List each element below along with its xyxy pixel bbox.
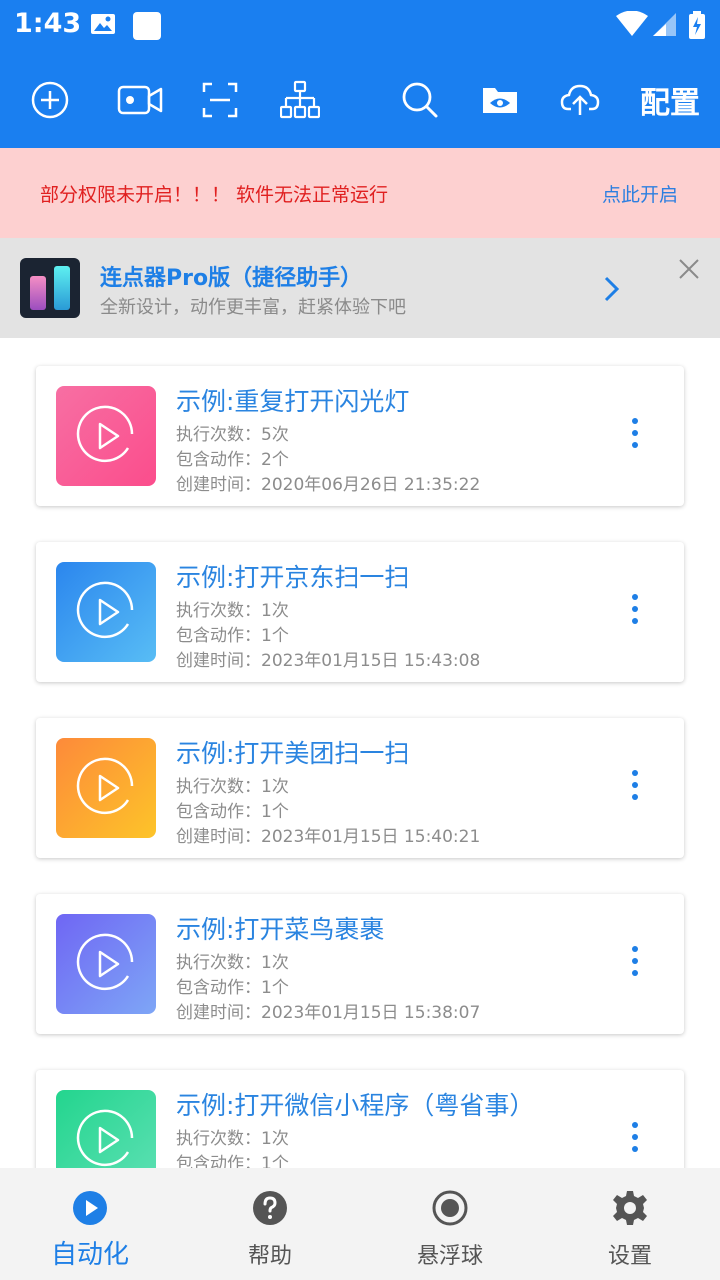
play-icon xyxy=(76,1109,134,1167)
add-icon xyxy=(31,81,69,119)
task-action-count: 包含动作：2个 xyxy=(176,450,289,470)
signal-icon xyxy=(652,11,678,41)
more-options-button[interactable] xyxy=(630,594,640,630)
task-card[interactable]: 示例:打开微信小程序（粤省事） 执行次数：1次 包含动作：1个 xyxy=(36,1070,684,1168)
task-title: 示例:打开京东扫一扫 xyxy=(176,563,410,592)
permission-banner: 部分权限未开启！！！ 软件无法正常运行 点此开启 xyxy=(0,148,720,238)
task-title: 示例:打开微信小程序（粤省事） xyxy=(176,1091,535,1120)
promo-arrow[interactable] xyxy=(598,274,624,308)
scan-frame-icon xyxy=(202,82,238,118)
task-thumbnail xyxy=(56,738,156,838)
task-title: 示例:重复打开闪光灯 xyxy=(176,387,410,416)
add-button[interactable] xyxy=(26,76,74,124)
task-exec-count: 执行次数：1次 xyxy=(176,777,289,797)
wifi-icon xyxy=(616,10,648,41)
close-icon xyxy=(679,259,699,279)
open-folder-button[interactable] xyxy=(476,76,524,124)
upload-button[interactable] xyxy=(556,76,604,124)
floating-ball-icon xyxy=(432,1190,468,1226)
permission-warning-text: 部分权限未开启！！！ 软件无法正常运行 xyxy=(40,184,389,206)
video-camera-icon xyxy=(117,85,163,115)
task-exec-count: 执行次数：1次 xyxy=(176,1129,289,1149)
task-action-count: 包含动作：1个 xyxy=(176,626,289,646)
more-options-button[interactable] xyxy=(630,418,640,454)
task-card[interactable]: 示例:打开京东扫一扫 执行次数：1次 包含动作：1个 创建时间：2023年01月… xyxy=(36,542,684,682)
record-button[interactable] xyxy=(116,76,164,124)
task-exec-count: 执行次数：1次 xyxy=(176,601,289,621)
folder-eye-icon xyxy=(483,88,517,113)
task-created-time: 创建时间：2020年06月26日 21:35:22 xyxy=(176,475,481,495)
promo-close-button[interactable] xyxy=(676,256,702,282)
play-circle-icon xyxy=(73,1191,107,1225)
task-list: 示例:重复打开闪光灯 执行次数：5次 包含动作：2个 创建时间：2020年06月… xyxy=(0,338,720,1168)
play-icon xyxy=(76,405,134,463)
task-thumbnail xyxy=(56,562,156,662)
task-action-count: 包含动作：1个 xyxy=(176,802,289,822)
status-time: 1:43 xyxy=(14,8,82,39)
task-created-time: 创建时间：2023年01月15日 15:38:07 xyxy=(176,1003,481,1023)
task-card[interactable]: 示例:打开菜鸟裹裹 执行次数：1次 包含动作：1个 创建时间：2023年01月1… xyxy=(36,894,684,1034)
chevron-right-icon xyxy=(604,276,620,302)
play-icon xyxy=(76,933,134,991)
enable-permission-link[interactable]: 点此开启 xyxy=(602,180,678,207)
nav-label: 自动化 xyxy=(50,1240,129,1270)
task-action-count: 包含动作：1个 xyxy=(176,978,289,998)
config-button[interactable]: 配置 xyxy=(640,78,700,122)
nav-label: 悬浮球 xyxy=(416,1244,483,1269)
play-icon xyxy=(76,757,134,815)
nav-label: 设置 xyxy=(607,1244,652,1269)
search-icon xyxy=(402,82,438,118)
nav-help[interactable]: 帮助 xyxy=(180,1168,360,1280)
task-exec-count: 执行次数：1次 xyxy=(176,953,289,973)
task-title: 示例:打开美团扫一扫 xyxy=(176,739,410,768)
more-options-button[interactable] xyxy=(630,770,640,806)
nav-settings[interactable]: 设置 xyxy=(540,1168,720,1280)
scan-button[interactable] xyxy=(196,76,244,124)
battery-charging-icon xyxy=(688,11,706,43)
task-title: 示例:打开菜鸟裹裹 xyxy=(176,915,385,944)
pro-app-logo xyxy=(20,258,80,318)
status-bar: 1:43 xyxy=(0,0,720,50)
nav-automation[interactable]: 自动化 xyxy=(0,1168,180,1280)
task-card[interactable]: 示例:打开美团扫一扫 执行次数：1次 包含动作：1个 创建时间：2023年01月… xyxy=(36,718,684,858)
promo-subtitle: 全新设计，动作更丰富，赶紧体验下吧 xyxy=(100,297,406,318)
task-created-time: 创建时间：2023年01月15日 15:43:08 xyxy=(176,651,481,671)
help-icon xyxy=(253,1191,287,1225)
task-action-count: 包含动作：1个 xyxy=(176,1154,289,1168)
bottom-navigation: 自动化 帮助 悬浮球 设置 xyxy=(0,1168,720,1280)
task-thumbnail xyxy=(56,386,156,486)
search-button[interactable] xyxy=(396,76,444,124)
toolbar: 配置 xyxy=(0,60,720,140)
task-card[interactable]: 示例:重复打开闪光灯 执行次数：5次 包含动作：2个 创建时间：2020年06月… xyxy=(36,366,684,506)
play-icon xyxy=(76,581,134,639)
structure-button[interactable] xyxy=(276,76,324,124)
gallery-notification-icon xyxy=(90,11,116,41)
cloud-upload-icon xyxy=(560,84,600,115)
promo-title: 连点器Pro版（捷径助手） xyxy=(100,266,363,291)
task-thumbnail xyxy=(56,1090,156,1168)
hierarchy-icon xyxy=(280,80,320,119)
nav-floating-ball[interactable]: 悬浮球 xyxy=(360,1168,540,1280)
nav-label: 帮助 xyxy=(247,1244,292,1269)
app-notification-icon xyxy=(132,11,162,45)
more-options-button[interactable] xyxy=(630,946,640,982)
task-exec-count: 执行次数：5次 xyxy=(176,425,289,445)
task-thumbnail xyxy=(56,914,156,1014)
more-options-button[interactable] xyxy=(630,1122,640,1158)
task-created-time: 创建时间：2023年01月15日 15:40:21 xyxy=(176,827,481,847)
app-bar: 1:43 配置 xyxy=(0,0,720,148)
gear-icon xyxy=(613,1191,647,1225)
